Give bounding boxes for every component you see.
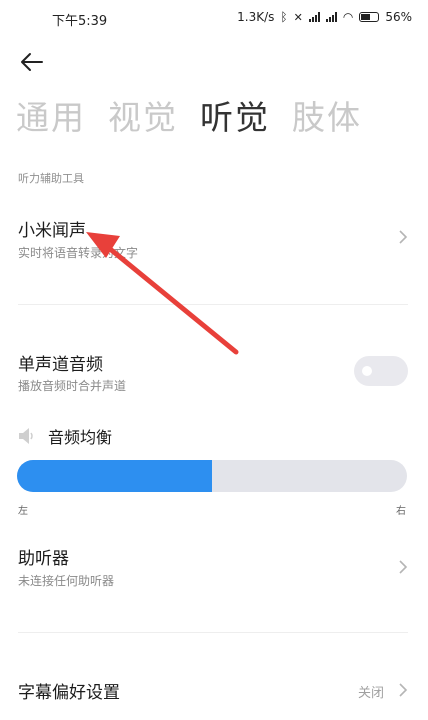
audio-balance-header: 音频均衡 xyxy=(18,424,112,448)
slider-fill xyxy=(17,460,212,492)
back-arrow-icon[interactable] xyxy=(18,50,46,74)
signal-icon-2 xyxy=(325,12,337,22)
chevron-right-icon xyxy=(399,230,408,244)
item-title: 字幕偏好设置 xyxy=(18,683,120,703)
item-title: 单声道音频 xyxy=(18,355,103,375)
section-header: 听力辅助工具 xyxy=(18,172,84,185)
battery-icon xyxy=(359,12,380,22)
chevron-right-icon xyxy=(399,683,408,697)
divider xyxy=(18,632,408,633)
tab-hearing[interactable]: 听觉 xyxy=(200,96,270,140)
speaker-icon xyxy=(19,428,33,444)
item-title: 小米闻声 xyxy=(18,221,86,241)
category-tabs: 通用 视觉 听觉 肢体 xyxy=(16,96,362,140)
wifi-icon: ◠ xyxy=(342,10,354,24)
slider-left-label: 左 xyxy=(18,506,28,517)
caption-preferences-item[interactable]: 字幕偏好设置 关闭 xyxy=(0,672,428,712)
slider-right-label: 右 xyxy=(396,506,406,517)
status-bar: 下午5:39 1.3K/s ᛒ ✕ ◠ 56% xyxy=(0,0,428,34)
mono-audio-toggle[interactable] xyxy=(354,356,408,386)
battery-percent: 56% xyxy=(385,10,412,24)
xiaomi-wensheng-item[interactable]: 小米闻声 实时将语音转录为文字 xyxy=(0,208,428,278)
status-time: 下午5:39 xyxy=(52,14,108,29)
tab-physical[interactable]: 肢体 xyxy=(292,96,362,140)
audio-balance-title: 音频均衡 xyxy=(48,428,113,447)
bluetooth-icon: ᛒ xyxy=(280,10,288,24)
status-right: 1.3K/s ᛒ ✕ ◠ 56% xyxy=(237,10,412,24)
audio-balance-slider[interactable] xyxy=(17,460,407,492)
toggle-knob xyxy=(362,366,372,376)
tab-vision[interactable]: 视觉 xyxy=(108,96,178,140)
mute-icon: ✕ xyxy=(293,10,303,24)
chevron-right-icon xyxy=(399,560,408,574)
divider xyxy=(18,304,408,305)
item-subtitle: 实时将语音转录为文字 xyxy=(18,246,139,260)
signal-icon xyxy=(308,12,320,22)
hearing-aid-item[interactable]: 助听器 未连接任何助听器 xyxy=(0,536,428,600)
network-speed: 1.3K/s xyxy=(237,10,275,24)
item-subtitle: 未连接任何助听器 xyxy=(18,574,115,588)
item-title: 助听器 xyxy=(18,549,69,569)
item-subtitle: 播放音频时合并声道 xyxy=(18,379,127,393)
tab-general[interactable]: 通用 xyxy=(16,96,86,140)
item-value: 关闭 xyxy=(357,686,384,701)
